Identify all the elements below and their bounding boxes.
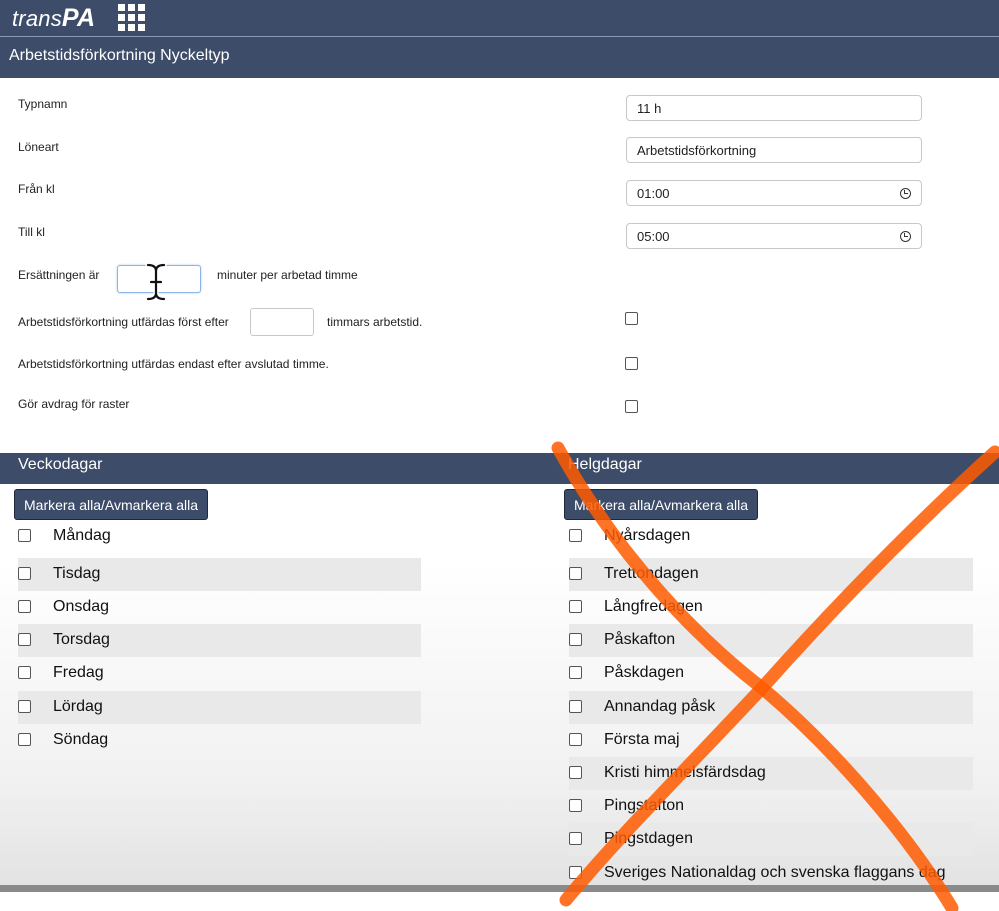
holiday-label: Sveriges Nationaldag och svenska flaggan… [604, 864, 946, 881]
page-title-bar: Arbetstidsförkortning Nyckeltyp [0, 37, 999, 78]
loneart-label: Löneart [18, 140, 59, 154]
holiday-label: Trettondagen [604, 565, 699, 582]
forst-efter-suffix-label: timmars arbetstid. [327, 315, 423, 329]
ersattning-label: Ersättningen är [18, 268, 100, 282]
holiday-checkbox[interactable] [569, 733, 582, 746]
till-kl-value: 05:00 [637, 228, 670, 244]
weekdays-toggle-all-button[interactable]: Markera alla/Avmarkera alla [14, 489, 209, 520]
holiday-label: Pingstafton [604, 797, 685, 814]
weekdays-title: Veckodagar [18, 456, 103, 473]
holiday-row[interactable]: Annandag påsk [569, 691, 973, 724]
weekday-row[interactable]: Onsdag [18, 591, 421, 624]
holiday-label: Kristi himmelsfärdsdag [604, 764, 766, 781]
loneart-value: Arbetstidsförkortning [637, 142, 757, 158]
weekday-checkbox[interactable] [18, 700, 31, 713]
weekday-label: Torsdag [53, 631, 110, 648]
holiday-row[interactable]: Kristi himmelsfärdsdag [569, 757, 973, 790]
holidays-title: Helgdagar [568, 456, 642, 473]
weekday-label: Tisdag [53, 565, 101, 582]
weekday-row[interactable]: Lördag [18, 691, 421, 724]
holiday-label: Första maj [604, 731, 680, 748]
loneart-input[interactable]: Arbetstidsförkortning [626, 137, 922, 163]
ersattning-suffix-label: minuter per arbetad timme [217, 268, 358, 282]
holiday-label: Påskdagen [604, 664, 685, 681]
weekday-row[interactable]: Fredag [18, 657, 421, 690]
fran-kl-time-input[interactable]: 01:00 [626, 180, 922, 206]
holiday-row[interactable]: Pingstdagen [569, 823, 973, 856]
weekday-checkbox[interactable] [18, 666, 31, 679]
holiday-label: Nyårsdagen [604, 527, 691, 544]
weekday-row[interactable]: Torsdag [18, 624, 421, 657]
weekday-label: Lördag [53, 698, 103, 715]
endast-efter-checkbox[interactable] [625, 357, 638, 370]
endast-efter-label: Arbetstidsförkortning utfärdas endast ef… [18, 357, 329, 371]
holidays-toggle-all-button[interactable]: Markera alla/Avmarkera alla [564, 489, 759, 520]
weekday-checkbox[interactable] [18, 529, 31, 542]
typnamn-label: Typnamn [18, 97, 68, 111]
weekday-label: Onsdag [53, 598, 110, 615]
grid-icon[interactable] [118, 4, 146, 32]
typnamn-input[interactable]: 11 h [626, 95, 922, 121]
weekday-checkbox[interactable] [18, 733, 31, 746]
holiday-label: Långfredagen [604, 598, 703, 615]
holiday-checkbox[interactable] [569, 700, 582, 713]
holiday-label: Annandag påsk [604, 698, 716, 715]
forst-efter-hours-input[interactable] [250, 308, 314, 336]
day-lists: Måndag Tisdag Onsdag Torsdag Fredag Lörd… [0, 520, 999, 892]
holiday-checkbox[interactable] [569, 633, 582, 646]
holiday-checkbox[interactable] [569, 529, 582, 542]
raster-label: Gör avdrag för raster [18, 397, 130, 411]
clock-icon[interactable] [900, 187, 911, 199]
weekday-row[interactable]: Måndag [18, 520, 421, 553]
text-cursor-icon [145, 262, 167, 302]
weekday-checkbox[interactable] [18, 567, 31, 580]
clock-icon[interactable] [900, 230, 911, 242]
holiday-checkbox[interactable] [569, 799, 582, 812]
typnamn-value: 11 h [637, 100, 662, 116]
fran-kl-value: 01:00 [637, 185, 670, 201]
weekday-row[interactable]: Söndag [18, 724, 421, 757]
till-kl-time-input[interactable]: 05:00 [626, 223, 922, 249]
holiday-checkbox[interactable] [569, 666, 582, 679]
page-title: Arbetstidsförkortning Nyckeltyp [9, 47, 230, 64]
holiday-row[interactable]: Första maj [569, 724, 973, 757]
holiday-label: Pingstdagen [604, 830, 693, 847]
holiday-checkbox[interactable] [569, 832, 582, 845]
app-logo[interactable]: transPA [12, 4, 95, 33]
holiday-label: Påskafton [604, 631, 676, 648]
holiday-row[interactable]: Trettondagen [569, 558, 973, 591]
bottom-scroll-edge [0, 885, 999, 892]
weekday-label: Söndag [53, 731, 109, 748]
holiday-checkbox[interactable] [569, 766, 582, 779]
till-kl-label: Till kl [18, 225, 45, 239]
holiday-row[interactable]: Påskafton [569, 624, 973, 657]
holiday-row[interactable]: Påskdagen [569, 657, 973, 690]
holiday-checkbox[interactable] [569, 567, 582, 580]
weekday-checkbox[interactable] [18, 633, 31, 646]
holiday-row[interactable]: Pingstafton [569, 790, 973, 823]
weekday-row[interactable]: Tisdag [18, 558, 421, 591]
weekday-checkbox[interactable] [18, 600, 31, 613]
top-app-bar: transPA [0, 0, 999, 37]
weekday-label: Måndag [53, 527, 111, 544]
fran-kl-label: Från kl [18, 182, 55, 196]
holiday-row[interactable]: Långfredagen [569, 591, 973, 624]
raster-checkbox[interactable] [625, 400, 638, 413]
holiday-checkbox[interactable] [569, 600, 582, 613]
holiday-checkbox[interactable] [569, 866, 582, 879]
forst-efter-label: Arbetstidsförkortning utfärdas först eft… [18, 315, 229, 329]
section-header-bar [0, 453, 999, 484]
holiday-row[interactable]: Nyårsdagen [569, 520, 973, 553]
weekday-label: Fredag [53, 664, 104, 681]
forst-efter-checkbox[interactable] [625, 312, 638, 325]
